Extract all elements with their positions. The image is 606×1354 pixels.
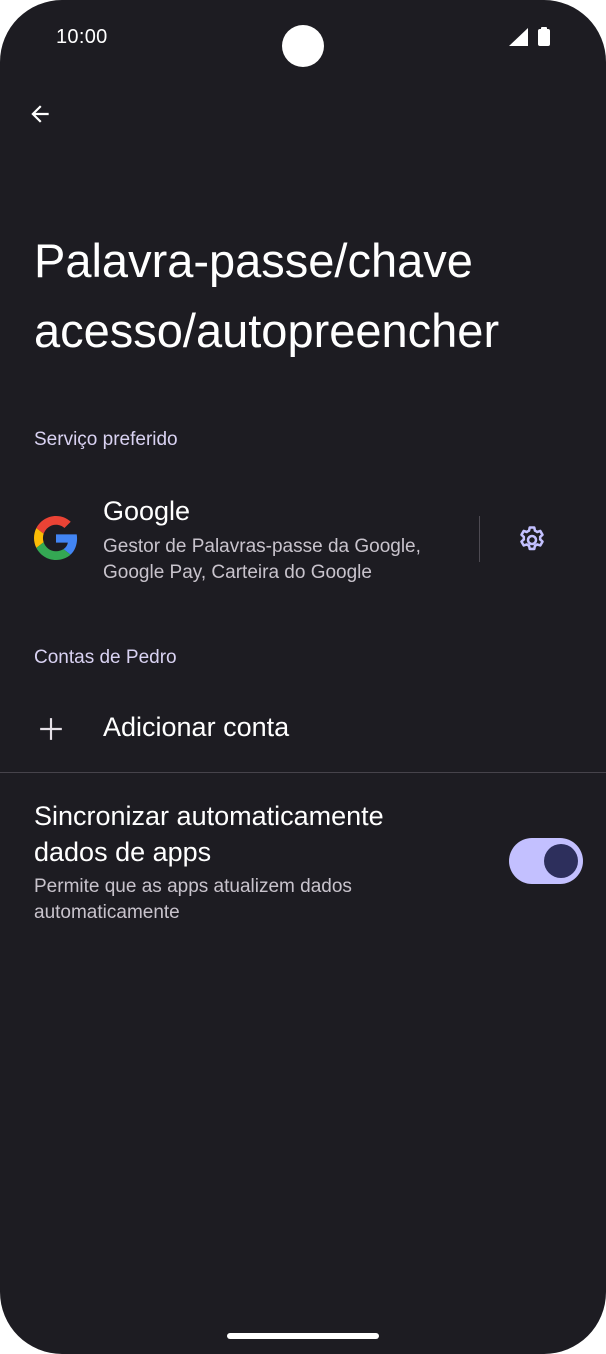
- preferred-service-item[interactable]: Google Gestor de Palavras-passe da Googl…: [0, 488, 606, 598]
- gear-icon: [520, 526, 544, 551]
- add-account-label: Adicionar conta: [103, 712, 290, 742]
- toggle-knob: [544, 844, 578, 878]
- arrow-back-icon: [31, 105, 49, 123]
- front-camera: [282, 25, 324, 67]
- auto-sync-toggle[interactable]: [509, 838, 583, 884]
- home-indicator[interactable]: [227, 1333, 379, 1339]
- add-account-button[interactable]: Adicionar conta: [0, 690, 606, 768]
- google-logo-icon: [34, 516, 78, 560]
- divider: [0, 772, 606, 773]
- auto-sync-title: Sincronizar automaticamente dados de app…: [34, 801, 384, 867]
- auto-sync-item[interactable]: Sincronizar automaticamente dados de app…: [0, 790, 606, 940]
- battery-icon: [538, 27, 550, 46]
- auto-sync-description: Permite que as apps atualizem dados auto…: [34, 876, 352, 923]
- phone-screen: 10:00 Palavra-passe/chave acesso/autopre…: [0, 0, 606, 1354]
- service-settings-button[interactable]: [508, 518, 556, 562]
- back-button[interactable]: [18, 92, 62, 136]
- section-header-preferred-service: Serviço preferido: [34, 429, 178, 450]
- signal-icon: [509, 28, 528, 46]
- plus-icon: [40, 718, 62, 740]
- section-header-accounts: Contas de Pedro: [34, 647, 177, 668]
- status-time: 10:00: [56, 26, 108, 48]
- service-description: Gestor de Palavras-passe da Google, Goog…: [103, 536, 421, 583]
- page-title: Palavra-passe/chave acesso/autopreencher: [34, 234, 500, 357]
- vertical-divider: [479, 516, 480, 562]
- service-name: Google: [103, 496, 191, 526]
